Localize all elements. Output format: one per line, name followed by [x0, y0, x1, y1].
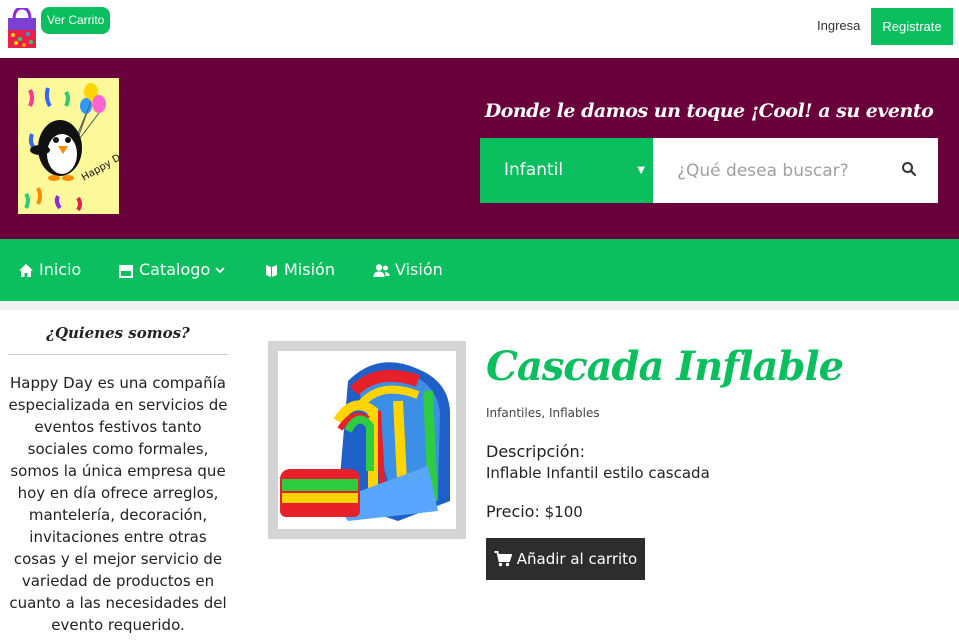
search-box: [653, 138, 938, 203]
home-icon: [19, 263, 33, 277]
category-select[interactable]: Infantil ▼: [480, 138, 653, 203]
book-icon: [266, 264, 277, 277]
nav-label-mision: Misión: [284, 260, 335, 279]
nav-item-mision[interactable]: Misión: [264, 239, 335, 301]
caret-down-icon: ▼: [637, 165, 645, 176]
search-input[interactable]: [653, 138, 893, 203]
inflatable-slide-image: [280, 362, 450, 521]
chevron-down-icon: [215, 267, 225, 274]
add-to-cart-label: Añadir al carrito: [516, 550, 638, 568]
view-cart-button[interactable]: Ver Carrito: [41, 7, 111, 34]
sidebar-text: Happy Day es una compañía especializada …: [8, 372, 228, 636]
main-nav: Inicio Catalogo Misión Visión: [0, 239, 959, 301]
site-header: Happy Day Donde le damos un toque ¡Cool!…: [0, 58, 959, 239]
product-image-frame: [268, 341, 466, 539]
add-to-cart-button[interactable]: Añadir al carrito: [486, 538, 645, 580]
price-label: Precio:: [486, 502, 540, 521]
login-link[interactable]: Ingresa: [817, 18, 860, 33]
search-icon[interactable]: [901, 161, 917, 177]
nav-item-inicio[interactable]: Inicio: [18, 239, 81, 301]
penguin-logo-icon: Happy Day: [18, 78, 133, 214]
product-title: Cascada Inflable: [486, 343, 844, 390]
tagline: Donde le damos un toque ¡Cool! a su even…: [484, 100, 934, 122]
description-label: Descripción:: [486, 442, 586, 461]
product-categories[interactable]: Infantiles, Inflables: [486, 406, 600, 420]
site-logo[interactable]: Happy Day: [18, 78, 133, 214]
nav-item-catalogo[interactable]: Catalogo: [118, 239, 225, 301]
sidebar-title: ¿Quienes somos?: [8, 318, 228, 355]
store-icon: [119, 264, 133, 278]
nav-label-catalogo: Catalogo: [139, 260, 211, 279]
price-row: Precio: $100: [486, 502, 583, 521]
nav-item-vision[interactable]: Visión: [373, 239, 443, 301]
divider: [0, 301, 959, 310]
users-icon: [373, 263, 390, 277]
top-bar: Ver Carrito Ingresa Registrate: [0, 0, 959, 58]
about-sidebar: ¿Quienes somos? Happy Day es una compañí…: [8, 318, 228, 636]
shopping-bag-icon[interactable]: [8, 8, 36, 48]
register-button[interactable]: Registrate: [871, 8, 953, 45]
description-value: Inflable Infantil estilo cascada: [486, 464, 710, 482]
nav-label-inicio: Inicio: [39, 260, 82, 279]
product-image[interactable]: [278, 351, 456, 529]
nav-label-vision: Visión: [395, 260, 443, 279]
sidebar-description: es una compañía especializada en servici…: [8, 374, 228, 634]
price-value: $100: [544, 503, 583, 521]
cart-icon: [494, 551, 512, 567]
brand-name: Happy Day: [10, 374, 93, 392]
category-selected: Infantil: [504, 160, 564, 180]
